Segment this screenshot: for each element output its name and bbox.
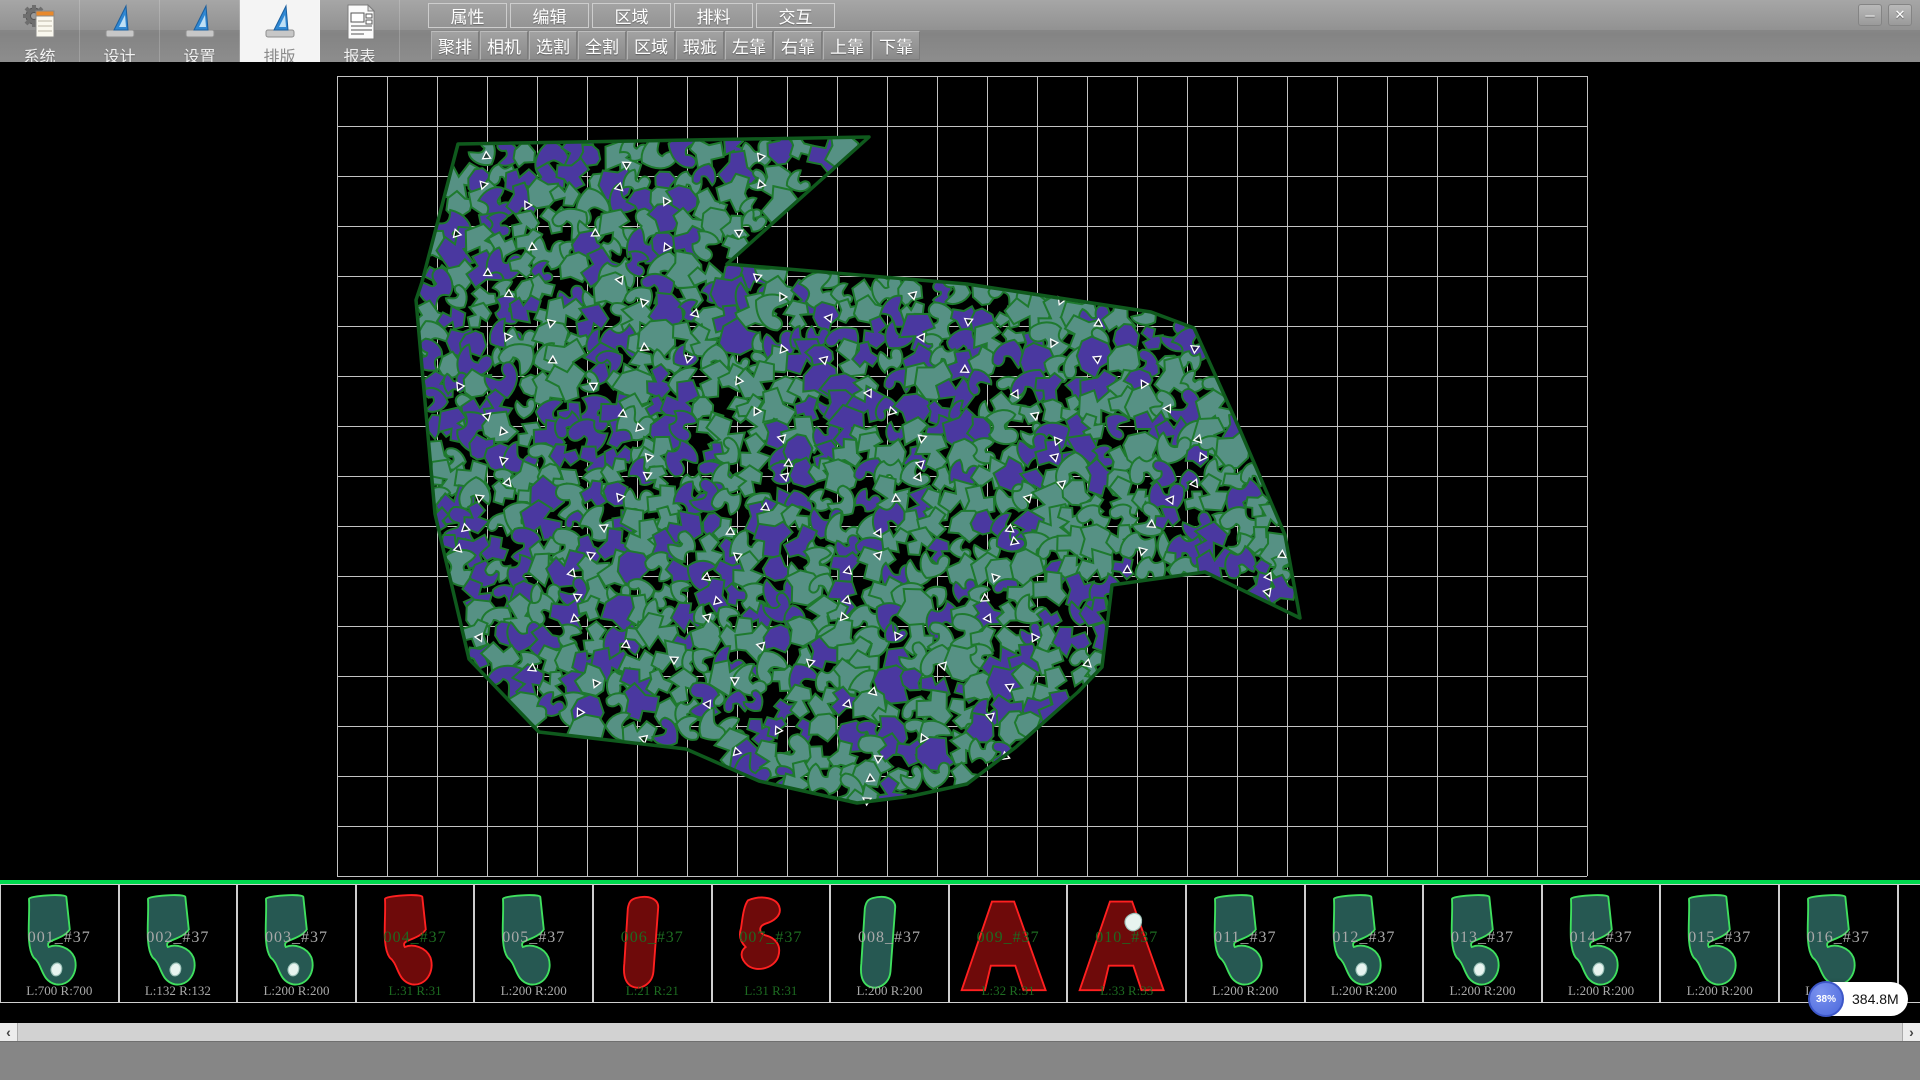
main-icon-bar: 系统 设计 设置 排版 报表	[0, 0, 400, 62]
toolbar: 系统设计设置排版报表 属性编辑区域排料交互 聚排相机选割全割区域瑕疵左靠右靠上靠…	[0, 0, 1920, 62]
piece-thumbnail-cell[interactable]: 012_#37 L:200 R:200	[1305, 884, 1424, 1003]
system-gear-icon	[20, 3, 60, 41]
progress-percent-circle: 38%	[1808, 981, 1844, 1017]
piece-lr-count: L:200 R:200	[1306, 983, 1423, 999]
action-button-10[interactable]: 下靠	[872, 31, 920, 60]
piece-thumbnail-cell[interactable]: 013_#37 L:200 R:200	[1423, 884, 1542, 1003]
icon-button-label: 排版	[263, 43, 295, 62]
piece-lr-count: L:32 R:31	[950, 983, 1067, 999]
action-button-3[interactable]: 选割	[529, 31, 577, 60]
menu-tab-row: 属性编辑区域排料交互	[428, 3, 835, 28]
action-button-9[interactable]: 上靠	[823, 31, 871, 60]
menu-tab-3[interactable]: 区域	[592, 3, 671, 28]
icon-button-4[interactable]: 排版	[240, 0, 320, 62]
piece-lr-count: L:700 R:700	[1, 983, 118, 999]
piece-lr-count: L:200 R:200	[238, 983, 355, 999]
minimize-button[interactable]: ─	[1858, 4, 1882, 26]
piece-id-label: 002_#37	[120, 929, 237, 947]
piece-lr-count: L:200 R:200	[1187, 983, 1304, 999]
piece-lr-count: L:31 R:31	[357, 983, 474, 999]
set-square-icon	[260, 3, 300, 41]
piece-lr-count: L:200 R:200	[831, 983, 948, 999]
piece-lr-count: L:21 R:21	[594, 983, 711, 999]
menu-tab-1[interactable]: 属性	[428, 3, 507, 28]
icon-button-3[interactable]: 设置	[160, 0, 240, 62]
piece-id-label: 001_#37	[1, 929, 118, 947]
app-window: 系统设计设置排版报表 属性编辑区域排料交互 聚排相机选割全割区域瑕疵左靠右靠上靠…	[0, 0, 1920, 1080]
piece-id-label: 003_#37	[238, 929, 355, 947]
piece-id-label: 006_#37	[594, 929, 711, 947]
action-button-row: 聚排相机选割全割区域瑕疵左靠右靠上靠下靠	[431, 31, 920, 60]
scroll-left-arrow-icon[interactable]: ‹	[0, 1023, 18, 1041]
piece-thumbnail-cell[interactable]: 007_#37 L:31 R:31	[712, 884, 831, 1003]
icon-button-label: 设计	[103, 43, 135, 62]
action-button-6[interactable]: 瑕疵	[676, 31, 724, 60]
piece-thumbnail-cell[interactable]: 014_#37 L:200 R:200	[1542, 884, 1661, 1003]
piece-id-label: 013_#37	[1424, 929, 1541, 947]
piece-lr-count: L:132 R:132	[120, 983, 237, 999]
progress-badge: 38% 384.8M	[1810, 982, 1908, 1016]
piece-id-label: 004_#37	[357, 929, 474, 947]
action-button-5[interactable]: 区域	[627, 31, 675, 60]
action-button-1[interactable]: 聚排	[431, 31, 479, 60]
icon-button-label: 报表	[343, 43, 375, 62]
icon-button-label: 系统	[23, 43, 55, 62]
status-bar	[0, 1041, 1920, 1080]
piece-thumbnail-cell[interactable]: 003_#37 L:200 R:200	[237, 884, 356, 1003]
nesting-canvas[interactable]	[0, 62, 1920, 880]
scroll-right-arrow-icon[interactable]: ›	[1902, 1023, 1920, 1041]
icon-button-2[interactable]: 设计	[80, 0, 160, 62]
piece-thumbnail-cell[interactable]: 005_#37 L:200 R:200	[474, 884, 593, 1003]
piece-id-label: 016_#37	[1780, 929, 1897, 947]
piece-lr-count: L:200 R:200	[1661, 983, 1778, 999]
piece-thumbnail-cell[interactable]: 006_#37 L:21 R:21	[593, 884, 712, 1003]
piece-thumbnail-strip[interactable]: 001_#37L:700 R:700002_#37L:132 R:132003_…	[0, 880, 1920, 1005]
piece-id-label: 012_#37	[1306, 929, 1423, 947]
piece-id-label: 008_#37	[831, 929, 948, 947]
icon-button-5[interactable]: 报表	[320, 0, 400, 62]
close-button[interactable]: ✕	[1888, 4, 1912, 26]
piece-thumbnail-cell[interactable]: 001_#37 L:700 R:700	[0, 884, 119, 1003]
action-button-8[interactable]: 右靠	[774, 31, 822, 60]
piece-lr-count: L:33 R:33	[1068, 983, 1185, 999]
piece-id-label: 010_#37	[1068, 929, 1185, 947]
piece-thumbnail-cell[interactable]: 004_#37 L:31 R:31	[356, 884, 475, 1003]
report-doc-icon	[340, 3, 380, 41]
piece-thumbnail-cell[interactable]: 008_#37 L:200 R:200	[830, 884, 949, 1003]
menu-tab-4[interactable]: 排料	[674, 3, 753, 28]
piece-thumbnail-cell[interactable]: 009_#37 L:32 R:31	[949, 884, 1068, 1003]
memory-usage-label: 384.8M	[1852, 991, 1899, 1007]
piece-thumbnail-cell[interactable]: 015_#37 L:200 R:200	[1660, 884, 1779, 1003]
action-button-7[interactable]: 左靠	[725, 31, 773, 60]
set-square-icon	[180, 3, 220, 41]
set-square-icon	[100, 3, 140, 41]
piece-thumbnail-cell[interactable]: 010_#37 L:33 R:33	[1067, 884, 1186, 1003]
piece-id-label: 014_#37	[1543, 929, 1660, 947]
piece-id-label: 0	[1899, 929, 1920, 947]
piece-id-label: 015_#37	[1661, 929, 1778, 947]
action-button-4[interactable]: 全割	[578, 31, 626, 60]
piece-lr-count: L:200 R:200	[1424, 983, 1541, 999]
piece-lr-count: L:31 R:31	[713, 983, 830, 999]
icon-button-1[interactable]: 系统	[0, 0, 80, 62]
menu-tab-2[interactable]: 编辑	[510, 3, 589, 28]
horizontal-scrollbar[interactable]: ‹ ›	[0, 1023, 1920, 1041]
piece-id-label: 009_#37	[950, 929, 1067, 947]
piece-lr-count: L:200 R:200	[475, 983, 592, 999]
piece-id-label: 011_#37	[1187, 929, 1304, 947]
menu-tab-5[interactable]: 交互	[756, 3, 835, 28]
piece-id-label: 007_#37	[713, 929, 830, 947]
nest-layout-svg	[0, 62, 1920, 880]
piece-thumbnail-cell[interactable]: 002_#37 L:132 R:132	[119, 884, 238, 1003]
piece-id-label: 005_#37	[475, 929, 592, 947]
window-controls: ─ ✕	[1858, 4, 1912, 26]
action-button-2[interactable]: 相机	[480, 31, 528, 60]
piece-lr-count: L:200 R:200	[1543, 983, 1660, 999]
icon-button-label: 设置	[183, 43, 215, 62]
piece-thumbnail-cell[interactable]: 011_#37 L:200 R:200	[1186, 884, 1305, 1003]
